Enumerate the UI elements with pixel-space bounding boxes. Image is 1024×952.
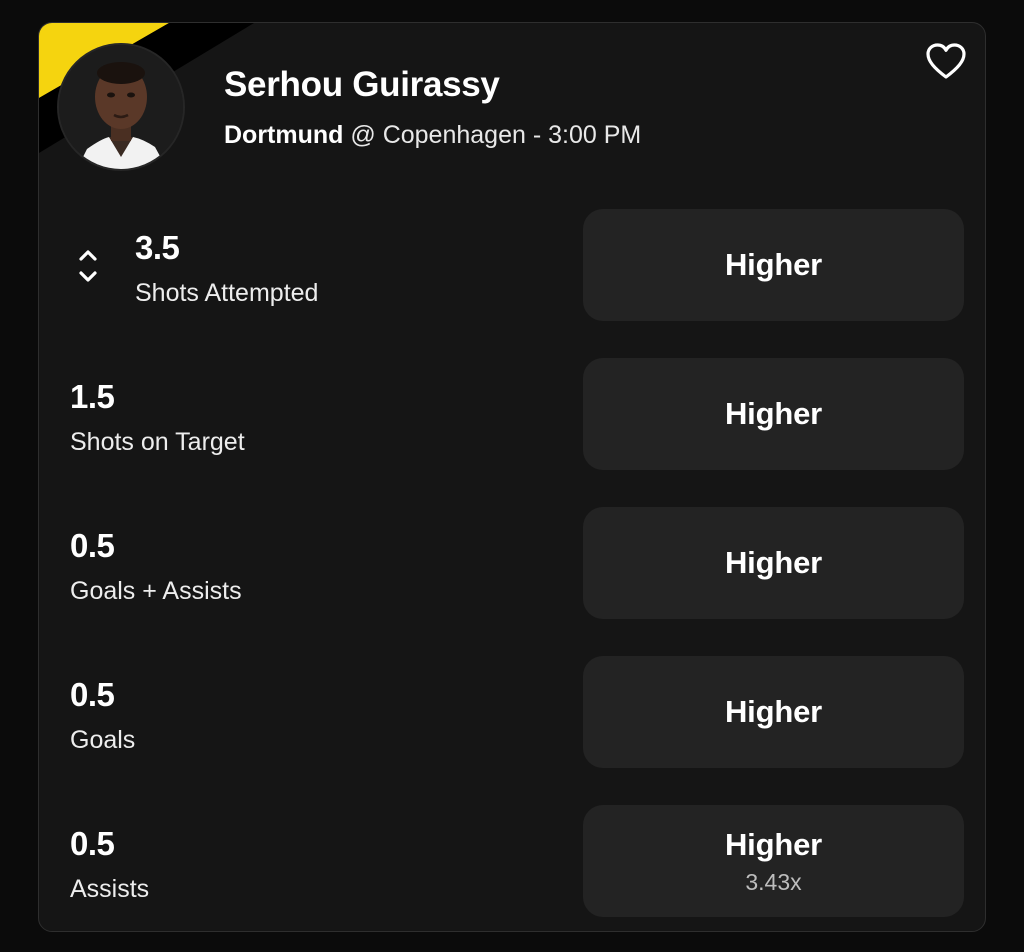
payout-multiplier: 3.43x [745, 868, 802, 895]
heart-outline-icon[interactable] [924, 41, 968, 81]
prop-stat-label: Assists [70, 875, 150, 903]
prop-row-shots-on-target: 1.5 Shots on Target Higher [39, 358, 985, 470]
prop-line-value: 0.5 [70, 676, 115, 713]
higher-button-label: Higher [725, 694, 822, 729]
player-name: Serhou Guirassy [224, 65, 500, 104]
player-team: Dortmund [224, 121, 344, 149]
player-prop-card: Serhou Guirassy Dortmund @ Copenhagen - … [38, 22, 986, 932]
prop-row-shots-attempted: 3.5 Shots Attempted Higher [39, 209, 985, 321]
prop-line-value: 3.5 [135, 229, 180, 266]
higher-button[interactable]: Higher [583, 209, 964, 321]
higher-button[interactable]: Higher [583, 358, 964, 470]
prop-row-goals-assists: 0.5 Goals + Assists Higher [39, 507, 985, 619]
prop-row-assists: 0.5 Assists Higher 3.43x [39, 805, 985, 917]
prop-line-value: 0.5 [70, 527, 115, 564]
player-avatar [57, 43, 185, 171]
prop-row-goals: 0.5 Goals Higher [39, 656, 985, 768]
higher-button-label: Higher [725, 826, 822, 862]
higher-button[interactable]: Higher [583, 507, 964, 619]
prop-stat-label: Shots Attempted [135, 279, 319, 307]
prop-line-value: 1.5 [70, 378, 115, 415]
prop-stat-label: Goals + Assists [70, 577, 242, 605]
higher-button-label: Higher [725, 396, 822, 431]
higher-button-label: Higher [725, 247, 822, 282]
chevron-up-down-icon[interactable] [77, 241, 99, 289]
higher-button[interactable]: Higher [583, 656, 964, 768]
prop-stat-label: Shots on Target [70, 428, 245, 456]
opponent-time: @ Copenhagen - 3:00 PM [350, 121, 642, 149]
prop-stat-label: Goals [70, 726, 136, 754]
prop-line-value: 0.5 [70, 825, 115, 862]
higher-button-label: Higher [725, 545, 822, 580]
matchup-info: Dortmund @ Copenhagen - 3:00 PM [224, 121, 641, 150]
higher-button[interactable]: Higher 3.43x [583, 805, 964, 917]
